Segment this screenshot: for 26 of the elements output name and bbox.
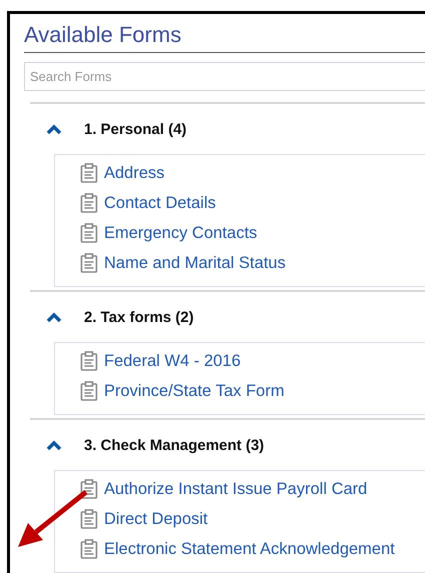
clipboard-icon (80, 539, 98, 559)
page-title: Available Forms (24, 14, 425, 53)
clipboard-icon (80, 193, 98, 213)
form-link[interactable]: Authorize Instant Issue Payroll Card (104, 480, 368, 498)
section-heading[interactable]: 1. Personal (4) (84, 120, 187, 138)
form-link[interactable]: Electronic Statement Acknowledgement (104, 540, 395, 558)
chevron-up-icon[interactable] (46, 439, 62, 451)
chevron-up-icon[interactable] (46, 311, 62, 323)
clipboard-icon (80, 163, 98, 183)
section-heading[interactable]: 3. Check Management (3) (84, 436, 264, 454)
clipboard-icon (80, 351, 98, 371)
form-link[interactable]: Contact Details (104, 194, 216, 212)
clipboard-icon (80, 381, 98, 401)
section-heading[interactable]: 2. Tax forms (2) (84, 308, 194, 326)
form-link[interactable]: Direct Deposit (104, 510, 208, 528)
clipboard-icon (80, 479, 98, 499)
chevron-up-icon[interactable] (46, 123, 62, 135)
form-link[interactable]: Name and Marital Status (104, 254, 286, 272)
clipboard-icon (80, 253, 98, 273)
search-field[interactable]: Search Forms (24, 62, 425, 91)
form-link[interactable]: Province/State Tax Form (104, 382, 284, 400)
form-link[interactable]: Emergency Contacts (104, 224, 258, 242)
clipboard-icon (80, 223, 98, 243)
form-link[interactable]: Federal W4 - 2016 (104, 352, 241, 370)
clipboard-icon (80, 509, 98, 529)
form-link[interactable]: Address (104, 164, 165, 182)
